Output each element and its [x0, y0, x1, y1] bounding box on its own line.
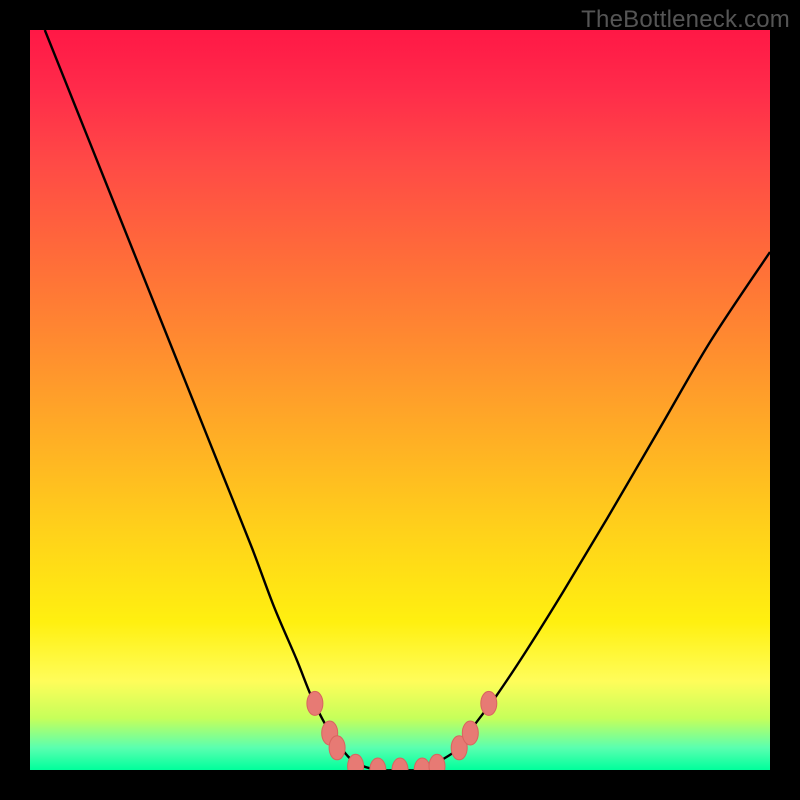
bottleneck-curve — [45, 30, 770, 770]
curve-marker — [462, 721, 478, 745]
curve-marker — [392, 758, 408, 770]
chart-frame: TheBottleneck.com — [0, 0, 800, 800]
curve-markers — [307, 691, 497, 770]
bottleneck-curve-svg — [30, 30, 770, 770]
watermark-text: TheBottleneck.com — [581, 6, 790, 34]
plot-area — [30, 30, 770, 770]
curve-marker — [307, 691, 323, 715]
curve-marker — [329, 736, 345, 760]
curve-marker — [429, 754, 445, 770]
curve-marker — [370, 758, 386, 770]
curve-marker — [481, 691, 497, 715]
curve-marker — [414, 758, 430, 770]
